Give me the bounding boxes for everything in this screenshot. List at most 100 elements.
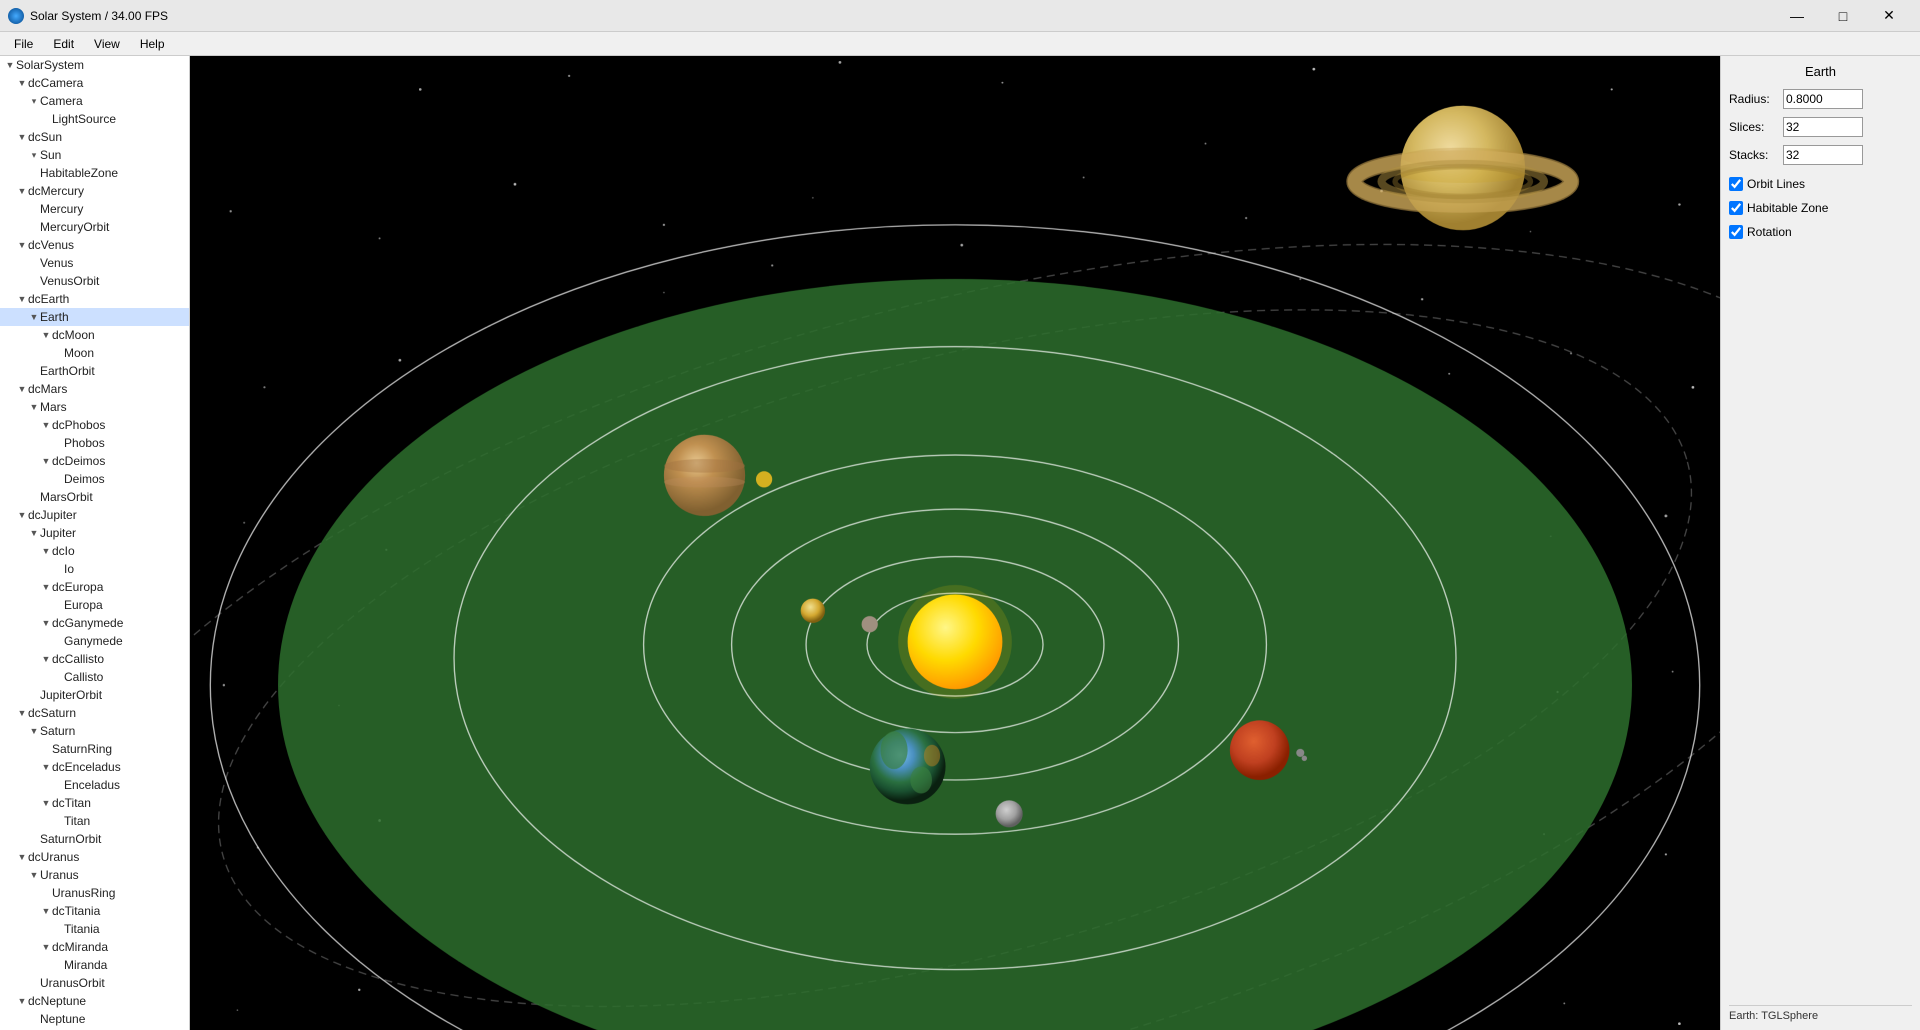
menu-file[interactable]: File xyxy=(4,32,43,55)
tree-arrow-earth[interactable]: ▼ xyxy=(28,312,40,322)
tree-item-lightsource[interactable]: LightSource xyxy=(0,110,189,128)
stacks-input[interactable] xyxy=(1783,145,1863,165)
tree-arrow-dcio[interactable]: ▼ xyxy=(40,546,52,556)
tree-item-callisto[interactable]: Callisto xyxy=(0,668,189,686)
tree-item-dccamera[interactable]: ▼dcCamera xyxy=(0,74,189,92)
tree-arrow-dctitania[interactable]: ▼ xyxy=(40,906,52,916)
tree-arrow-dccamera[interactable]: ▼ xyxy=(16,78,28,88)
tree-item-titania[interactable]: Titania xyxy=(0,920,189,938)
tree-item-ganymede[interactable]: Ganymede xyxy=(0,632,189,650)
tree-item-titan[interactable]: Titan xyxy=(0,812,189,830)
tree-item-saturnorbit[interactable]: SaturnOrbit xyxy=(0,830,189,848)
menu-edit[interactable]: Edit xyxy=(43,32,84,55)
habitable-zone-label[interactable]: Habitable Zone xyxy=(1747,201,1828,215)
tree-item-earthorbit[interactable]: EarthOrbit xyxy=(0,362,189,380)
tree-arrow-dcenceladus[interactable]: ▼ xyxy=(40,762,52,772)
tree-item-uranusorbit[interactable]: UranusOrbit xyxy=(0,974,189,992)
orbit-lines-label[interactable]: Orbit Lines xyxy=(1747,177,1805,191)
tree-item-dcphobos[interactable]: ▼dcPhobos xyxy=(0,416,189,434)
rotation-label[interactable]: Rotation xyxy=(1747,225,1792,239)
tree-item-venusorbit[interactable]: VenusOrbit xyxy=(0,272,189,290)
tree-arrow-dcjupiter[interactable]: ▼ xyxy=(16,510,28,520)
maximize-button[interactable]: □ xyxy=(1820,0,1866,32)
tree-item-jupiter[interactable]: ▼Jupiter xyxy=(0,524,189,542)
tree-arrow-uranus[interactable]: ▼ xyxy=(28,870,40,880)
rotation-checkbox[interactable] xyxy=(1729,225,1743,239)
tree-item-europa[interactable]: Europa xyxy=(0,596,189,614)
tree-arrow-solarsystem[interactable]: ▼ xyxy=(4,60,16,70)
tree-arrow-sun[interactable]: ▾ xyxy=(28,150,40,161)
tree-item-dcsun[interactable]: ▼dcSun xyxy=(0,128,189,146)
slices-input[interactable] xyxy=(1783,117,1863,137)
tree-item-dceuropa[interactable]: ▼dcEuropa xyxy=(0,578,189,596)
tree-arrow-dcvenus[interactable]: ▼ xyxy=(16,240,28,250)
tree-item-jupiterorbit[interactable]: JupiterOrbit xyxy=(0,686,189,704)
tree-arrow-dcsaturn[interactable]: ▼ xyxy=(16,708,28,718)
tree-item-dcvenus[interactable]: ▼dcVenus xyxy=(0,236,189,254)
tree-item-dcganymede[interactable]: ▼dcGanymede xyxy=(0,614,189,632)
tree-item-habitablezone[interactable]: HabitableZone xyxy=(0,164,189,182)
tree-arrow-mars[interactable]: ▼ xyxy=(28,402,40,412)
tree-arrow-dcphobos[interactable]: ▼ xyxy=(40,420,52,430)
tree-item-mercuryorbit[interactable]: MercuryOrbit xyxy=(0,218,189,236)
tree-item-moon[interactable]: Moon xyxy=(0,344,189,362)
tree-item-venus[interactable]: Venus xyxy=(0,254,189,272)
tree-item-camera[interactable]: ▾Camera xyxy=(0,92,189,110)
tree-item-phobos[interactable]: Phobos xyxy=(0,434,189,452)
tree-item-saturnring[interactable]: SaturnRing xyxy=(0,740,189,758)
tree-arrow-dcmars[interactable]: ▼ xyxy=(16,384,28,394)
tree-item-earth[interactable]: ▼Earth xyxy=(0,308,189,326)
tree-item-mars[interactable]: ▼Mars xyxy=(0,398,189,416)
tree-arrow-dcneptune[interactable]: ▼ xyxy=(16,996,28,1006)
tree-item-dccallisto[interactable]: ▼dcCallisto xyxy=(0,650,189,668)
minimize-button[interactable]: — xyxy=(1774,0,1820,32)
menu-help[interactable]: Help xyxy=(130,32,175,55)
tree-item-dcio[interactable]: ▼dcIo xyxy=(0,542,189,560)
habitable-zone-checkbox[interactable] xyxy=(1729,201,1743,215)
tree-item-dcuranus[interactable]: ▼dcUranus xyxy=(0,848,189,866)
tree-arrow-dceuropa[interactable]: ▼ xyxy=(40,582,52,592)
tree-item-dcmoon[interactable]: ▼dcMoon xyxy=(0,326,189,344)
tree-item-dctitan[interactable]: ▼dcTitan xyxy=(0,794,189,812)
tree-arrow-dcganymede[interactable]: ▼ xyxy=(40,618,52,628)
tree-item-mercury[interactable]: Mercury xyxy=(0,200,189,218)
tree-item-uranusring[interactable]: UranusRing xyxy=(0,884,189,902)
tree-item-dcjupiter[interactable]: ▼dcJupiter xyxy=(0,506,189,524)
tree-item-dctitania[interactable]: ▼dcTitania xyxy=(0,902,189,920)
tree-item-marsorbit[interactable]: MarsOrbit xyxy=(0,488,189,506)
tree-item-dcmars[interactable]: ▼dcMars xyxy=(0,380,189,398)
tree-item-neptune[interactable]: Neptune xyxy=(0,1010,189,1028)
tree-arrow-dctitan[interactable]: ▼ xyxy=(40,798,52,808)
tree-item-dcenceladus[interactable]: ▼dcEnceladus xyxy=(0,758,189,776)
tree-item-saturn[interactable]: ▼Saturn xyxy=(0,722,189,740)
tree-arrow-dcmiranda[interactable]: ▼ xyxy=(40,942,52,952)
tree-item-solarsystem[interactable]: ▼SolarSystem xyxy=(0,56,189,74)
tree-arrow-dcdeimos[interactable]: ▼ xyxy=(40,456,52,466)
tree-arrow-jupiter[interactable]: ▼ xyxy=(28,528,40,538)
tree-arrow-dcmercury[interactable]: ▼ xyxy=(16,186,28,196)
tree-item-dcsaturn[interactable]: ▼dcSaturn xyxy=(0,704,189,722)
tree-arrow-dcmoon[interactable]: ▼ xyxy=(40,330,52,340)
tree-item-deimos[interactable]: Deimos xyxy=(0,470,189,488)
scene-tree-panel[interactable]: ▼SolarSystem▼dcCamera▾CameraLightSource▼… xyxy=(0,56,190,1030)
tree-arrow-saturn[interactable]: ▼ xyxy=(28,726,40,736)
viewport[interactable] xyxy=(190,56,1720,1030)
radius-input[interactable] xyxy=(1783,89,1863,109)
tree-item-dcearth[interactable]: ▼dcEarth xyxy=(0,290,189,308)
tree-item-dcmercury[interactable]: ▼dcMercury xyxy=(0,182,189,200)
tree-arrow-dcsun[interactable]: ▼ xyxy=(16,132,28,142)
close-button[interactable]: ✕ xyxy=(1866,0,1912,32)
tree-arrow-dcearth[interactable]: ▼ xyxy=(16,294,28,304)
tree-arrow-camera[interactable]: ▾ xyxy=(28,96,40,107)
tree-item-uranus[interactable]: ▼Uranus xyxy=(0,866,189,884)
menu-view[interactable]: View xyxy=(84,32,130,55)
tree-item-dcdeimos[interactable]: ▼dcDeimos xyxy=(0,452,189,470)
tree-arrow-dcuranus[interactable]: ▼ xyxy=(16,852,28,862)
tree-item-miranda[interactable]: Miranda xyxy=(0,956,189,974)
tree-item-sun[interactable]: ▾Sun xyxy=(0,146,189,164)
tree-arrow-dccallisto[interactable]: ▼ xyxy=(40,654,52,664)
tree-item-io[interactable]: Io xyxy=(0,560,189,578)
tree-item-dcmiranda[interactable]: ▼dcMiranda xyxy=(0,938,189,956)
tree-item-dcneptune[interactable]: ▼dcNeptune xyxy=(0,992,189,1010)
orbit-lines-checkbox[interactable] xyxy=(1729,177,1743,191)
